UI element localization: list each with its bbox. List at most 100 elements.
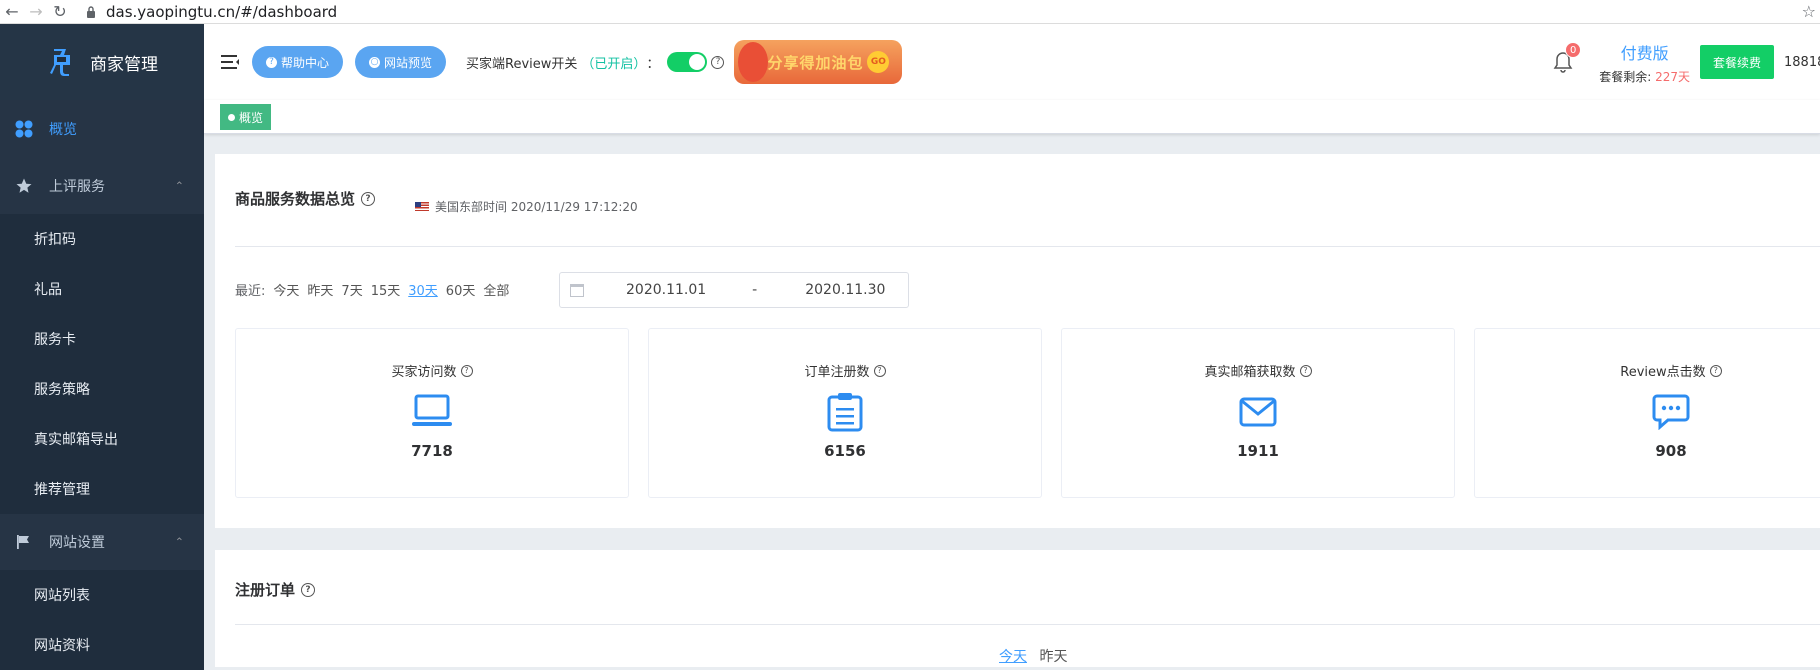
date-end[interactable]: 2020.11.30: [805, 282, 885, 298]
brand-logo[interactable]: 商家管理: [0, 24, 204, 100]
stat-label: 买家访问数: [391, 365, 457, 380]
promo-text: 分享得加油包: [767, 53, 864, 72]
notification-badge: 0: [1565, 42, 1582, 58]
stat-value: 1911: [1237, 442, 1279, 460]
help-icon[interactable]: ?: [1709, 364, 1722, 377]
sidebar-item-site-info[interactable]: 网站资料: [0, 620, 204, 670]
stat-value: 908: [1655, 442, 1687, 460]
lock-icon: [87, 5, 95, 18]
brand-name: 商家管理: [90, 54, 158, 75]
stat-card-emails: 真实邮箱获取数? 1911: [1061, 328, 1455, 498]
account-phone[interactable]: 18818: [1784, 55, 1820, 70]
date-separator: -: [752, 282, 758, 298]
star-icon: [14, 176, 34, 196]
range-option-all[interactable]: 全部: [483, 280, 509, 299]
reload-icon[interactable]: ↻: [48, 0, 72, 24]
us-flag-icon: [415, 202, 429, 211]
help-icon[interactable]: ?: [711, 55, 725, 69]
sidebar-item-site-list[interactable]: 网站列表: [0, 570, 204, 620]
range-option-yesterday[interactable]: 昨天: [307, 280, 333, 299]
range-option-15d[interactable]: 15天: [371, 280, 401, 299]
stat-label: 真实邮箱获取数: [1204, 365, 1296, 380]
stat-card-visits: 买家访问数? 7718: [235, 328, 629, 498]
menu-toggle-icon[interactable]: [220, 54, 240, 70]
orders-range-tabs: 今天 昨天: [999, 646, 1067, 666]
stat-label: Review点击数: [1620, 365, 1706, 380]
address-bar[interactable]: das.yaopingtu.cn/#/dashboard: [86, 0, 337, 24]
help-icon[interactable]: ?: [873, 364, 886, 377]
sidebar-item-overview[interactable]: 概览: [0, 100, 204, 158]
star-icon[interactable]: ☆: [1802, 2, 1816, 21]
active-dot: [228, 113, 235, 121]
question-icon: ?: [266, 56, 277, 68]
review-switch-label: 买家端Review开关: [466, 56, 578, 72]
tag-overview[interactable]: 概览: [220, 104, 272, 130]
mail-icon: [1236, 392, 1280, 432]
sidebar: 商家管理 概览 上评服务 ⌃ 折扣码 礼品 服务卡 服务策略 真实邮箱导出 推荐…: [0, 24, 204, 670]
review-switch-toggle[interactable]: [667, 52, 708, 72]
renew-plan-button[interactable]: 套餐续费: [1699, 45, 1774, 79]
range-option-60d[interactable]: 60天: [446, 280, 476, 299]
date-range-picker[interactable]: 2020.11.01 - 2020.11.30: [559, 272, 909, 308]
sidebar-item-email-export[interactable]: 真实邮箱导出: [0, 414, 204, 464]
browser-toolbar: ← → ↻ das.yaopingtu.cn/#/dashboard ☆: [0, 0, 1820, 24]
plan-name[interactable]: 付费版: [1621, 40, 1669, 64]
mascot-icon: [738, 42, 769, 82]
back-arrow-icon[interactable]: ←: [0, 0, 24, 24]
help-center-button[interactable]: ? 帮助中心: [252, 46, 344, 78]
stat-value: 6156: [824, 442, 866, 460]
review-switch-colon: ：: [646, 56, 660, 72]
sidebar-group-site-settings[interactable]: 网站设置 ⌃: [0, 514, 204, 570]
sidebar-item-label: 概览: [49, 122, 77, 138]
review-switch-state: （已开启）: [581, 56, 647, 72]
sidebar-item-service-strategy[interactable]: 服务策略: [0, 364, 204, 414]
site-preview-button[interactable]: ○ 网站预览: [355, 46, 447, 78]
sidebar-item-service-card[interactable]: 服务卡: [0, 314, 204, 364]
sidebar-item-recommend[interactable]: 推荐管理: [0, 464, 204, 514]
tab-today[interactable]: 今天: [999, 649, 1027, 665]
help-icon[interactable]: ?: [1299, 364, 1312, 377]
laptop-icon: [410, 392, 454, 432]
sidebar-item-gift[interactable]: 礼品: [0, 264, 204, 314]
sidebar-item-discount-code[interactable]: 折扣码: [0, 214, 204, 264]
chevron-up-icon: ⌃: [174, 179, 184, 193]
range-option-30d[interactable]: 30天: [408, 280, 438, 299]
forward-arrow-icon[interactable]: →: [24, 0, 48, 24]
help-icon[interactable]: ?: [460, 364, 473, 377]
stat-card-orders: 订单注册数? 6156: [648, 328, 1042, 498]
chat-icon: [1649, 392, 1693, 432]
stat-label: 订单注册数: [804, 365, 870, 380]
header-right: 0 付费版 套餐剩余: 227天 套餐续费 18818: [1551, 24, 1820, 100]
tab-yesterday[interactable]: 昨天: [1039, 649, 1067, 665]
divider: [235, 246, 1820, 247]
plan-remaining: 套餐剩余: 227天: [1599, 69, 1690, 84]
divider: [235, 624, 1820, 625]
range-selector: 最近: 今天 昨天 7天 15天 30天 60天 全部: [235, 280, 509, 299]
tags-view-bar: 概览: [204, 100, 1820, 134]
sidebar-group-label: 网站设置: [49, 535, 105, 551]
sidebar-group-label: 上评服务: [49, 179, 105, 195]
share-promo-banner[interactable]: 分享得加油包 GO: [734, 40, 903, 84]
flag-icon: [14, 532, 34, 552]
notification-bell[interactable]: 0: [1551, 42, 1582, 74]
dashboard-icon: [14, 119, 34, 139]
range-option-7d[interactable]: 7天: [341, 280, 362, 299]
range-option-today[interactable]: 今天: [273, 280, 299, 299]
sidebar-group-review-service[interactable]: 上评服务 ⌃: [0, 158, 204, 214]
stat-card-review-clicks: Review点击数? 908: [1474, 328, 1820, 498]
help-icon[interactable]: ?: [361, 191, 376, 206]
range-label: 最近:: [235, 284, 266, 299]
overview-card: 商品服务数据总览 ? 美国东部时间 2020/11/29 17:12:20 最近…: [215, 154, 1820, 528]
stat-value: 7718: [411, 442, 453, 460]
registered-orders-card: 注册订单 ? 今天 昨天: [215, 550, 1820, 667]
calendar-icon: [570, 283, 584, 297]
logo-icon: [48, 45, 74, 79]
globe-icon: ○: [369, 56, 381, 68]
overview-title: 商品服务数据总览 ?: [235, 188, 376, 209]
date-start[interactable]: 2020.11.01: [626, 282, 706, 298]
plan-info: 付费版 套餐剩余: 227天: [1599, 40, 1690, 85]
help-icon[interactable]: ?: [301, 582, 316, 597]
clipboard-icon: [823, 392, 867, 432]
timezone-display: 美国东部时间 2020/11/29 17:12:20: [415, 198, 638, 215]
top-navbar: ? 帮助中心 ○ 网站预览 买家端Review开关 （已开启） ： ? 分享得加…: [204, 24, 1820, 100]
